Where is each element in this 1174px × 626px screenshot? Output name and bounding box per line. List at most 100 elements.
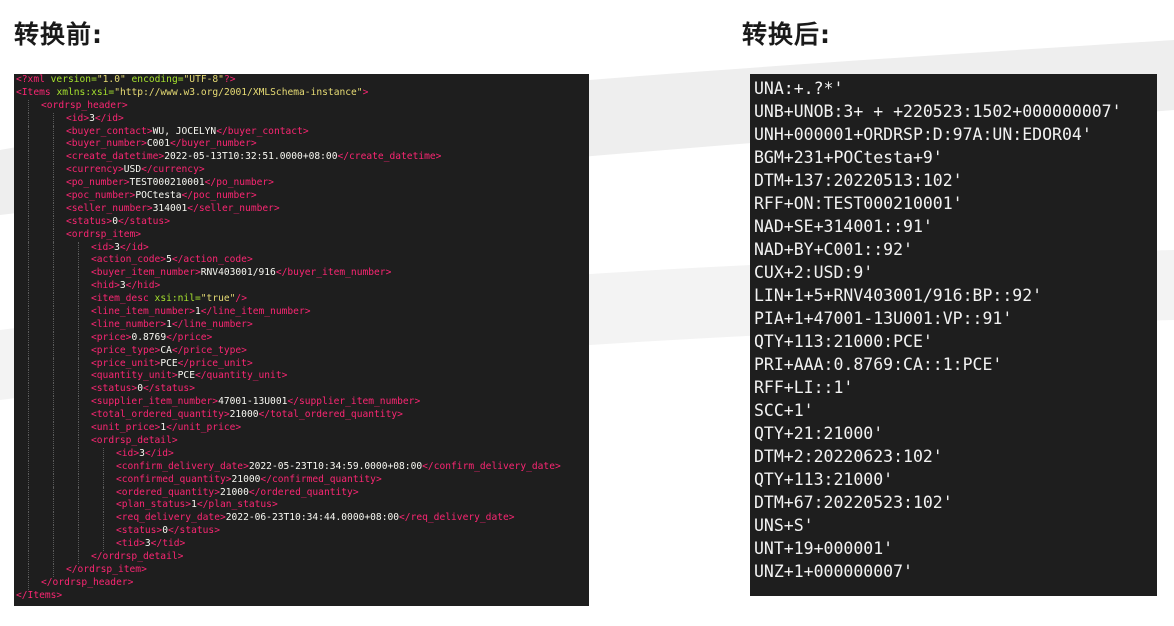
indent-guide xyxy=(28,370,41,384)
indent-guide xyxy=(53,177,66,191)
xml-token: <buyer_contact> xyxy=(66,125,153,137)
indent-guide xyxy=(28,460,41,474)
xml-code-line: <id>3</id> xyxy=(14,241,589,255)
edi-segment-line: UNB+UNOB:3+ + +220523:1502+000000007' xyxy=(754,102,1122,121)
indent-guide xyxy=(53,409,66,423)
indent-guide xyxy=(53,538,66,551)
xml-token: <ordrsp_item> xyxy=(66,228,142,240)
xml-token: xsi:nil= xyxy=(154,293,201,305)
xml-token: <unit_price> xyxy=(91,422,161,434)
xml-code-line: <action_code>5</action_code> xyxy=(14,254,589,268)
xml-token: CA xyxy=(160,344,172,356)
xml-token: <quantity_unit> xyxy=(91,370,178,382)
xml-token: "http://www.w3.org/2001/XMLSchema-instan… xyxy=(114,86,363,98)
indent-guide xyxy=(103,473,116,487)
edi-segment-line: CUX+2:USD:9' xyxy=(754,263,874,282)
indent-guide xyxy=(78,241,91,255)
xml-token: </currency> xyxy=(141,164,205,176)
xml-token: <poc_number> xyxy=(66,190,136,202)
indent-guide xyxy=(28,525,41,539)
xml-token: </ordrsp_item> xyxy=(66,563,147,575)
xml-code-line: <status>0</status> xyxy=(14,383,589,397)
indent-guide xyxy=(28,293,41,307)
indent-guide xyxy=(103,525,116,539)
xml-token: "true" xyxy=(200,293,236,305)
xml-token: version= xyxy=(50,74,97,85)
indent-guide xyxy=(78,344,91,358)
indent-guide xyxy=(28,241,41,255)
xml-token: /> xyxy=(235,293,247,305)
xml-token: </plan_status> xyxy=(196,499,278,511)
indent-guide xyxy=(53,550,66,564)
xml-token: </ordrsp_detail> xyxy=(91,550,184,562)
xml-token: </line_item_number> xyxy=(200,306,311,318)
xml-code-line: <poc_number>POCtesta</poc_number> xyxy=(14,190,589,203)
xml-code-line: <line_item_number>1</line_item_number> xyxy=(14,306,589,319)
xml-token: </buyer_number> xyxy=(169,138,257,150)
xml-code-line: <po_number>TEST000210001</po_number> xyxy=(14,177,589,191)
edi-segment-line: UNA:+.?*' xyxy=(754,79,844,98)
xml-token: </create_datetime> xyxy=(337,151,442,163)
xml-code-line: <hid>3</hid> xyxy=(14,280,589,294)
edi-segment-line: BGM+231+POCtesta+9' xyxy=(754,148,943,167)
xml-token: <hid> xyxy=(91,280,120,292)
indent-guide xyxy=(28,563,41,577)
indent-guide xyxy=(78,512,91,526)
indent-guide xyxy=(103,486,116,500)
xml-token: 2022-06-23T10:34:44.0000+08:00 xyxy=(225,512,400,524)
xml-token: <supplier_item_number> xyxy=(91,396,219,408)
indent-guide xyxy=(53,460,66,474)
indent-guide xyxy=(53,293,66,307)
indent-guide xyxy=(28,215,41,229)
xml-token: </price> xyxy=(166,331,213,343)
indent-guide xyxy=(78,357,91,371)
indent-guide xyxy=(78,550,91,564)
xml-token: C001 xyxy=(146,138,170,150)
edi-segment-line: UNH+000001+ORDRSP:D:97A:UN:EDOR04' xyxy=(754,125,1092,144)
indent-guide xyxy=(103,447,116,461)
indent-guide xyxy=(53,512,66,526)
xml-token: TEST000210001 xyxy=(129,177,205,189)
xml-code-line: <ordrsp_item> xyxy=(14,228,589,242)
xml-token: <status> xyxy=(116,525,163,537)
indent-guide xyxy=(78,409,91,423)
indent-guide xyxy=(28,164,41,178)
edi-segment-line: NAD+SE+314001::91' xyxy=(754,217,933,236)
xml-token: USD xyxy=(123,164,142,176)
xml-code-line: <unit_price>1</unit_price> xyxy=(14,422,589,435)
xml-token: <item_desc xyxy=(91,293,155,305)
indent-guide xyxy=(28,422,41,435)
before-heading: 转换前: xyxy=(14,20,103,49)
xml-token: > xyxy=(362,86,369,98)
indent-guide xyxy=(53,202,66,216)
indent-guide xyxy=(53,280,66,294)
edi-segment-line: PRI+AAA:0.8769:CA::1:PCE' xyxy=(754,355,1003,374)
indent-guide xyxy=(78,538,91,551)
xml-token: <confirm_delivery_date> xyxy=(116,460,249,472)
xml-token: "1.0" xyxy=(96,74,132,85)
after-heading: 转换后: xyxy=(742,20,831,49)
xml-token: 21000 xyxy=(231,473,261,485)
indent-guide xyxy=(28,344,41,358)
indent-guide xyxy=(28,125,41,139)
xml-token: <req_delivery_date> xyxy=(116,512,226,524)
indent-guide xyxy=(53,164,66,178)
xml-code-line: <ordrsp_header> xyxy=(14,99,589,113)
indent-guide xyxy=(53,190,66,203)
xml-code-line: <status>0</status> xyxy=(14,215,589,229)
xml-code-line: </ordrsp_header> xyxy=(14,576,589,590)
xml-token: 0.8769 xyxy=(131,331,167,343)
xml-token: <Items xyxy=(16,86,57,98)
xml-token: encoding= xyxy=(131,74,184,85)
xml-token: 21000 xyxy=(219,486,249,498)
xml-token: </req_delivery_date> xyxy=(399,512,515,524)
xml-code-line: <seller_number>314001</seller_number> xyxy=(14,202,589,216)
xml-token: 21000 xyxy=(229,409,259,421)
indent-guide xyxy=(28,512,41,526)
xml-code-line: <confirmed_quantity>21000</confirmed_qua… xyxy=(14,473,589,487)
xml-token: 2022-05-13T10:32:51.0000+08:00 xyxy=(164,151,338,163)
xml-token: 314001 xyxy=(152,202,188,214)
xml-token: </quantity_unit> xyxy=(194,370,288,382)
indent-guide xyxy=(78,434,91,448)
indent-guide xyxy=(28,112,41,126)
